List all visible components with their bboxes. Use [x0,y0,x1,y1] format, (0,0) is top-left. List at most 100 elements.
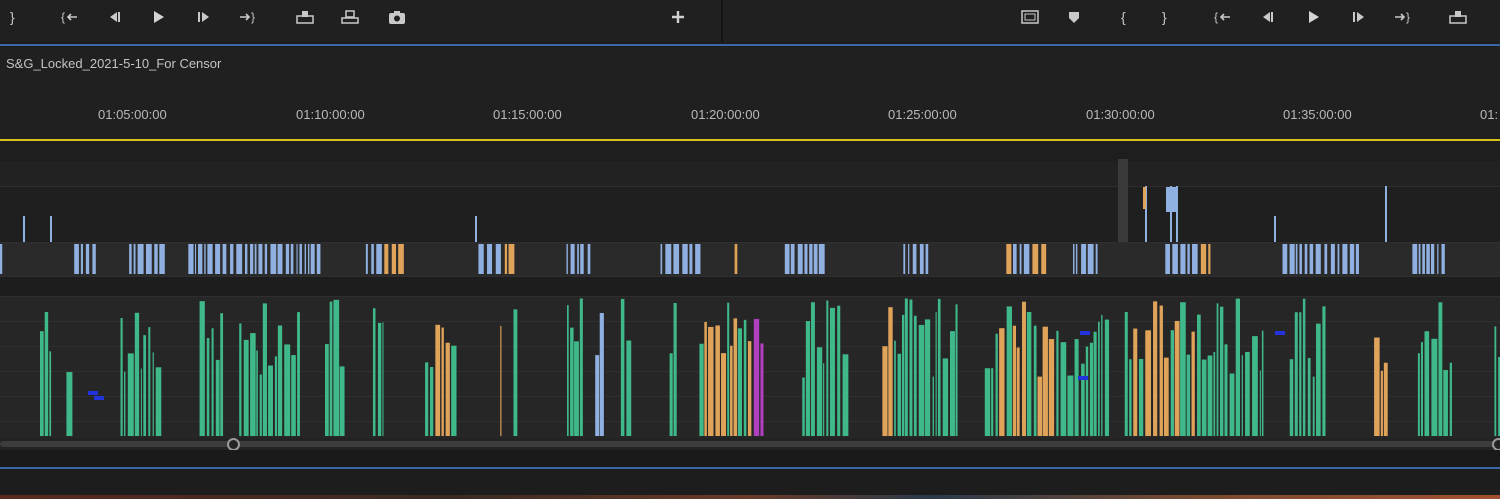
clip[interactable] [500,325,502,436]
clip[interactable] [919,244,924,274]
clip[interactable] [579,298,583,436]
clip-marker[interactable] [1080,331,1090,335]
clip[interactable] [1143,187,1146,209]
clip[interactable] [1022,301,1026,436]
clip[interactable] [1261,330,1264,436]
clip[interactable] [882,346,888,436]
clip[interactable] [1087,244,1094,274]
clip[interactable] [805,321,811,436]
clip[interactable] [258,244,263,274]
clip[interactable] [1118,159,1128,242]
clip[interactable] [299,244,302,274]
clip[interactable] [1213,351,1216,436]
clip[interactable] [244,244,248,274]
clip[interactable] [1235,298,1241,436]
clip[interactable] [148,327,151,436]
clip[interactable] [365,244,368,274]
clip[interactable] [137,244,144,274]
clip[interactable] [159,244,165,274]
clip[interactable] [284,344,291,436]
clip[interactable] [949,331,955,436]
clip[interactable] [85,244,90,274]
clip[interactable] [371,244,374,274]
clip[interactable] [220,313,224,436]
clip[interactable] [908,244,910,274]
clip[interactable] [277,244,283,274]
clip[interactable] [567,305,569,436]
clip[interactable] [1299,312,1302,436]
clip[interactable] [250,244,254,274]
clip[interactable] [689,244,693,274]
clip[interactable] [1166,187,1178,212]
clip[interactable] [307,244,310,274]
clip[interactable] [1095,244,1098,274]
clip[interactable] [382,322,384,436]
clip[interactable] [290,244,294,274]
clip[interactable] [504,244,508,274]
clip[interactable] [826,300,829,436]
clip[interactable] [784,244,790,274]
clip[interactable] [1101,314,1103,436]
clip[interactable] [1081,363,1085,436]
clip[interactable] [425,362,429,436]
clip[interactable] [256,350,258,436]
clip[interactable] [894,340,896,436]
clip[interactable] [398,244,404,274]
clip[interactable] [44,312,49,436]
clip[interactable] [566,244,568,274]
clip[interactable] [80,244,83,274]
clip[interactable] [435,324,441,436]
clip[interactable] [1032,244,1039,274]
clip[interactable] [1033,325,1037,436]
clip[interactable] [1289,244,1295,274]
clip[interactable] [0,244,3,274]
clip[interactable] [495,244,501,274]
clip[interactable] [1294,312,1298,436]
clip[interactable] [1180,244,1186,274]
clip[interactable] [924,319,931,436]
clip[interactable] [1089,342,1093,436]
go-to-in-button[interactable]: { [57,6,83,28]
clip[interactable] [1056,330,1059,436]
clip[interactable] [1412,244,1418,274]
clip[interactable] [120,318,123,436]
clip[interactable] [143,335,147,436]
clip[interactable] [1259,370,1261,436]
clip[interactable] [1026,311,1032,436]
clip[interactable] [215,359,220,436]
clip[interactable] [1289,359,1294,436]
clip[interactable] [194,244,197,274]
go-to-out-button-right[interactable]: } [1390,6,1416,28]
clip[interactable] [236,244,243,274]
clip[interactable] [264,244,268,274]
clip[interactable] [297,312,300,436]
clip[interactable] [626,340,632,436]
clip[interactable] [695,244,701,274]
clip[interactable] [1192,244,1198,274]
clip[interactable] [451,345,457,436]
clip[interactable] [580,244,584,274]
step-back-button[interactable] [101,6,127,28]
clip[interactable] [92,244,96,274]
clip[interactable] [429,367,434,436]
clip[interactable] [277,325,283,436]
clip[interactable] [810,302,815,436]
scroll-thumb[interactable] [0,441,1500,447]
clip[interactable] [259,374,262,436]
clip[interactable] [508,244,515,274]
clip-marker[interactable] [1078,376,1088,380]
clip[interactable] [206,338,210,436]
clip[interactable] [1324,244,1328,274]
clip[interactable] [955,304,958,436]
clip[interactable] [1282,244,1288,274]
clip[interactable] [708,326,714,436]
timeline-zoom-scrollbar[interactable] [0,438,1500,451]
clip[interactable] [513,309,518,436]
clip[interactable] [1153,301,1158,436]
clip[interactable] [243,339,249,436]
clip[interactable] [1048,339,1055,436]
clip[interactable] [733,318,738,436]
clip[interactable] [339,366,345,436]
overwrite-button[interactable] [337,6,363,28]
clip[interactable] [1081,244,1087,274]
